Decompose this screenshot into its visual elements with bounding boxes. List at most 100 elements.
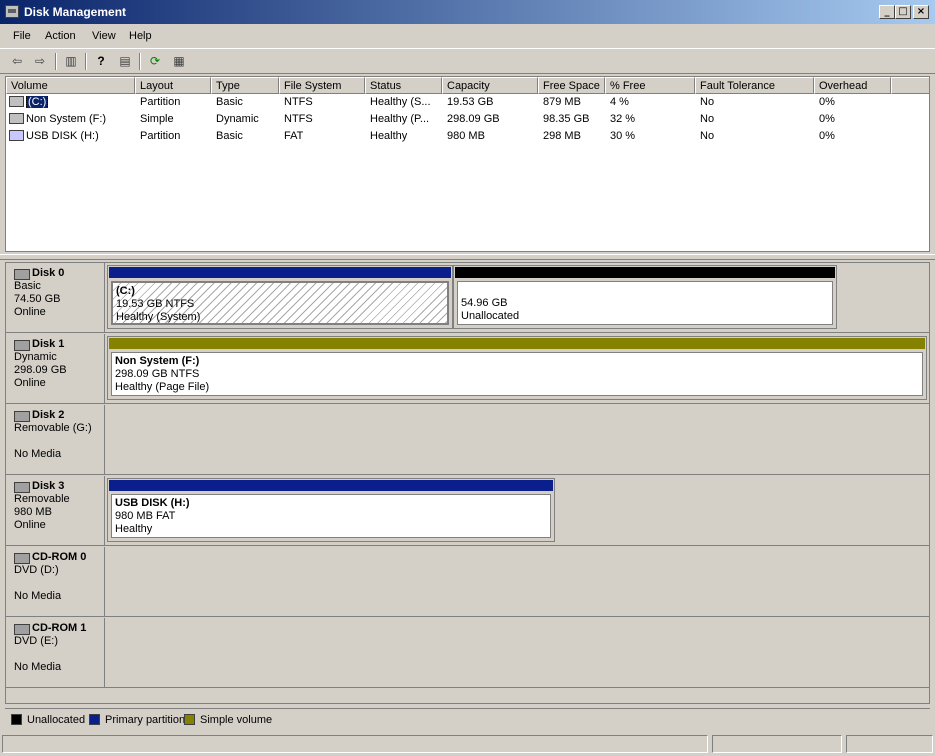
hard-drive-icon <box>9 113 24 124</box>
partition-title: Non System (F:) <box>115 355 200 367</box>
simple-volume-swatch <box>184 714 195 725</box>
column-header-fault-tolerance[interactable]: Fault Tolerance <box>695 77 814 94</box>
column-header-overhead[interactable]: Overhead <box>814 77 891 94</box>
disk-size: 298.09 GB <box>14 364 67 376</box>
percent-free-cell: 4 % <box>610 96 629 108</box>
column-header-file-system[interactable]: File System <box>279 77 365 94</box>
disk-row[interactable]: CD-ROM 0 DVD (D:) No Media <box>6 547 929 617</box>
disk-label[interactable]: Disk 1 Dynamic 298.09 GB Online <box>6 334 105 404</box>
disk-row[interactable]: Disk 3 Removable 980 MB Online USB DISK … <box>6 476 929 546</box>
drive-letter: DVD (D:) <box>14 564 59 576</box>
close-button[interactable]: × <box>913 5 929 19</box>
window-title: Disk Management <box>24 5 127 19</box>
back-arrow-icon[interactable]: ⇦ <box>8 53 26 69</box>
disk-status: No Media <box>14 661 62 673</box>
volume-list[interactable]: Volume Layout Type File System Status Ca… <box>5 76 930 252</box>
disk-name: Disk 3 <box>14 480 104 493</box>
legend-simple-volume: Simple volume <box>184 714 272 726</box>
pane-splitter[interactable] <box>0 254 935 260</box>
free-space-cell: 98.35 GB <box>543 113 590 125</box>
legend-primary-partition: Primary partition <box>89 714 185 726</box>
partition-f[interactable]: Non System (F:) 298.09 GB NTFS Healthy (… <box>107 336 927 400</box>
disk-label[interactable]: Disk 3 Removable 980 MB Online <box>6 476 105 546</box>
column-header-capacity[interactable]: Capacity <box>442 77 538 94</box>
toolbar-separator <box>85 53 87 70</box>
partition-size: 19.53 GB NTFS <box>116 298 195 310</box>
minimize-button[interactable]: _ <box>879 5 895 19</box>
disk-type: Basic <box>14 280 41 292</box>
disk-status: No Media <box>14 590 62 602</box>
column-header-free-space[interactable]: Free Space <box>538 77 605 94</box>
partition-c[interactable]: (C:) 19.53 GB NTFS Healthy (System) <box>107 265 453 329</box>
toolbar: ⇦ ⇨ ▥ ? ▤ ⟳ ▦ <box>0 48 935 74</box>
column-header-type[interactable]: Type <box>211 77 279 94</box>
unallocated-swatch <box>11 714 22 725</box>
percent-free-cell: 30 % <box>610 130 636 142</box>
cdrom-name: CD-ROM 1 <box>14 622 104 635</box>
disk-row[interactable]: CD-ROM 1 DVD (E:) No Media <box>6 618 929 688</box>
menu-help[interactable]: Help <box>129 30 152 42</box>
disk-size <box>14 435 104 448</box>
overhead-cell: 0% <box>819 130 835 142</box>
primary-partition-bar <box>109 267 451 278</box>
partition-size: 980 MB FAT <box>115 510 176 522</box>
hard-drive-icon <box>9 96 24 107</box>
disk-status: Online <box>14 519 46 531</box>
file-system-cell: NTFS <box>284 113 313 125</box>
forward-arrow-icon[interactable]: ⇨ <box>31 53 49 69</box>
disk-graphical-view: Disk 0 Basic 74.50 GB Online (C:) 19.53 … <box>5 262 930 704</box>
legend: Unallocated Primary partition Simple vol… <box>5 708 930 730</box>
column-header-percent-free[interactable]: % Free <box>605 77 695 94</box>
status-cell: Healthy <box>370 130 408 142</box>
help-icon[interactable]: ? <box>92 53 110 69</box>
disk-management-icon <box>5 5 19 18</box>
capacity-cell: 19.53 GB <box>447 96 494 108</box>
table-row[interactable]: USB DISK (H:) Partition Basic FAT Health… <box>6 128 929 145</box>
legend-unallocated: Unallocated <box>11 714 85 726</box>
menu-action[interactable]: Action <box>45 30 76 42</box>
disk-row[interactable]: Disk 2 Removable (G:) No Media <box>6 405 929 475</box>
column-header-status[interactable]: Status <box>365 77 442 94</box>
show-hide-tree-icon[interactable]: ▥ <box>62 53 80 69</box>
table-row[interactable]: (C:) Partition Basic NTFS Healthy (S... … <box>6 94 929 111</box>
refresh-icon[interactable]: ⟳ <box>146 53 164 69</box>
disk-status: No Media <box>14 448 62 460</box>
fault-tolerance-cell: No <box>700 113 715 125</box>
menu-file[interactable]: File <box>13 30 31 42</box>
usb-drive-icon <box>9 130 24 141</box>
status-cell: Healthy (S... <box>370 96 431 108</box>
disk-row[interactable]: Disk 1 Dynamic 298.09 GB Online Non Syst… <box>6 334 929 404</box>
menu-view[interactable]: View <box>92 30 116 42</box>
column-header-volume[interactable]: Volume <box>6 77 135 94</box>
maximize-button[interactable]: □ <box>895 5 911 19</box>
table-row[interactable]: Non System (F:) Simple Dynamic NTFS Heal… <box>6 111 929 128</box>
percent-free-cell: 32 % <box>610 113 636 125</box>
export-list-icon[interactable]: ▦ <box>170 53 188 69</box>
disk-row[interactable]: Disk 0 Basic 74.50 GB Online (C:) 19.53 … <box>6 263 929 333</box>
toolbar-separator <box>55 53 57 70</box>
capacity-cell: 980 MB <box>447 130 485 142</box>
disk-label[interactable]: CD-ROM 1 DVD (E:) No Media <box>6 618 105 688</box>
status-pane-main <box>2 735 708 753</box>
properties-icon[interactable]: ▤ <box>116 53 134 69</box>
free-space-cell: 298 MB <box>543 130 581 142</box>
type-cell: Basic <box>216 96 243 108</box>
status-bar <box>0 733 935 756</box>
fault-tolerance-cell: No <box>700 96 715 108</box>
partition-title: USB DISK (H:) <box>115 497 190 509</box>
fault-tolerance-cell: No <box>700 130 715 142</box>
disk-size: 980 MB <box>14 506 52 518</box>
title-bar: Disk Management _ □ × <box>0 0 935 24</box>
type-cell: Basic <box>216 130 243 142</box>
column-header-layout[interactable]: Layout <box>135 77 211 94</box>
layout-cell: Simple <box>140 113 174 125</box>
file-system-cell: FAT <box>284 130 304 142</box>
disk-label[interactable]: Disk 2 Removable (G:) No Media <box>6 405 105 475</box>
partition-h[interactable]: USB DISK (H:) 980 MB FAT Healthy <box>107 478 555 542</box>
disk-label[interactable]: CD-ROM 0 DVD (D:) No Media <box>6 547 105 617</box>
volume-name: Non System (F:) <box>26 113 107 125</box>
partition-unallocated[interactable]: 54.96 GB Unallocated <box>453 265 837 329</box>
status-cell: Healthy (P... <box>370 113 430 125</box>
disk-size <box>14 648 104 661</box>
disk-label[interactable]: Disk 0 Basic 74.50 GB Online <box>6 263 105 333</box>
